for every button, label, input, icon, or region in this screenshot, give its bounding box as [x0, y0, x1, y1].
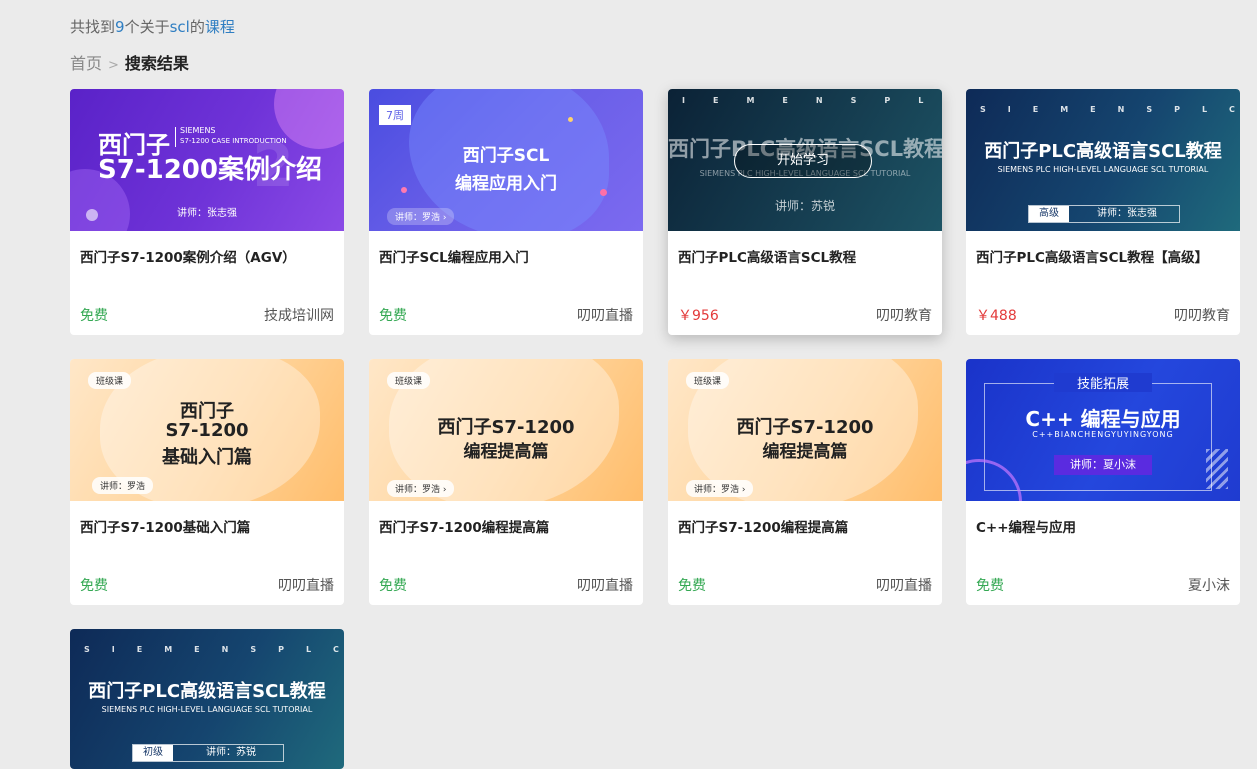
breadcrumb: 首页 > 搜索结果	[70, 50, 189, 74]
course-price: ￥488	[976, 308, 1017, 324]
divider	[175, 127, 176, 147]
course-price: 免费	[80, 308, 108, 324]
thumb-sub: SIEMENS PLC HIGH-LEVEL LANGUAGE SCL TUTO…	[997, 165, 1209, 174]
course-card[interactable]: 班级课 西门子S7-1200 编程提高篇 讲师：罗浩 › 西门子S7-1200编…	[668, 359, 942, 605]
decor-stripes	[1206, 449, 1228, 489]
thumb-teacher: 讲师：罗浩 ›	[387, 208, 455, 225]
search-summary: 共找到9个关于scl的课程	[70, 16, 235, 37]
thumb-teacher: 讲师：夏小沫	[1054, 455, 1152, 475]
thumb-line1: 西门子S7-1200	[437, 417, 575, 438]
thumb-line1: 西门子PLC高级语言SCL教程	[88, 681, 326, 702]
level-label: 初级	[133, 745, 173, 761]
course-title[interactable]: 西门子S7-1200编程提高篇	[379, 516, 633, 536]
thumb-line2: 编程提高篇	[463, 442, 549, 462]
summary-course-word: 课程	[204, 18, 235, 36]
course-card[interactable]: 技能拓展 C++ 编程与应用 C++BIANCHENGYUYINGYONG 讲师…	[966, 359, 1240, 605]
course-thumbnail: 班级课 西门子 S7-1200 基础入门篇 讲师：罗浩	[70, 359, 344, 501]
course-price: 免费	[976, 578, 1004, 594]
thumb-line1: 西门子SCL	[462, 146, 550, 166]
thumb-teacher: 讲师：罗浩 ›	[686, 480, 754, 497]
thumb-sub: C++BIANCHENGYUYINGYONG	[1032, 430, 1174, 439]
decor-dot	[568, 117, 573, 122]
course-card[interactable]: 2 西门子 SIEMENS S7-1200 CASE INTRODUCTION …	[70, 89, 344, 335]
course-title[interactable]: 西门子PLC高级语言SCL教程【高级】	[976, 246, 1230, 266]
course-price: 免费	[80, 578, 108, 594]
course-thumbnail: SIEMENSPLC 西门子PLC高级语言SCL教程 SIEMENS PLC H…	[966, 89, 1240, 231]
breadcrumb-separator: >	[108, 58, 119, 73]
course-thumbnail: 班级课 西门子S7-1200 编程提高篇 讲师：罗浩 ›	[668, 359, 942, 501]
search-keyword: scl	[169, 18, 190, 36]
thumb-top: 技能拓展	[1054, 373, 1152, 392]
breadcrumb-home[interactable]: 首页	[70, 54, 102, 73]
course-thumbnail: SIEMENSPLC 西门子PLC高级语言SCL教程 SIEMENS PLC H…	[70, 629, 344, 769]
thumb-sub: SIEMENS PLC HIGH-LEVEL LANGUAGE SCL TUTO…	[101, 705, 313, 714]
thumb-line2: S7-1200	[165, 420, 249, 441]
thumb-teacher: 讲师：罗浩 ›	[387, 480, 455, 497]
thumb-line1: 西门子PLC高级语言SCL教程	[984, 141, 1222, 162]
course-thumbnail: 2 西门子 SIEMENS S7-1200 CASE INTRODUCTION …	[70, 89, 344, 231]
start-learning-button[interactable]: 开始学习	[734, 144, 872, 178]
course-price: ￥956	[678, 308, 719, 324]
course-card[interactable]: 班级课 西门子S7-1200 编程提高篇 讲师：罗浩 › 西门子S7-1200编…	[369, 359, 643, 605]
thumb-teacher: 讲师：张志强	[177, 208, 237, 219]
course-card[interactable]: IEMENSPL 西门子PLC高级语言SCL教程 SIEMENS PLC HIG…	[668, 89, 942, 335]
level-bar: 初级 讲师：苏锐	[132, 744, 284, 762]
course-provider: 叨叨直播	[278, 578, 334, 594]
course-card[interactable]: SIEMENSPLC 西门子PLC高级语言SCL教程 SIEMENS PLC H…	[966, 89, 1240, 335]
course-thumbnail: 技能拓展 C++ 编程与应用 C++BIANCHENGYUYINGYONG 讲师…	[966, 359, 1240, 501]
thumb-line2: 编程应用入门	[455, 174, 557, 194]
course-thumbnail: 班级课 西门子S7-1200 编程提高篇 讲师：罗浩 ›	[369, 359, 643, 501]
course-provider: 叨叨教育	[876, 308, 932, 324]
thumb-line1: C++ 编程与应用	[1025, 407, 1181, 431]
course-title[interactable]: 西门子PLC高级语言SCL教程	[678, 246, 932, 266]
result-count: 9	[115, 18, 125, 36]
thumb-line2: 编程提高篇	[762, 442, 848, 462]
course-thumbnail: 7周 西门子SCL 编程应用入门 讲师：罗浩 ›	[369, 89, 643, 231]
course-provider: 叨叨教育	[1174, 308, 1230, 324]
thumb-line2: S7-1200案例介绍	[98, 155, 322, 185]
course-price: 免费	[678, 578, 706, 594]
class-badge: 班级课	[686, 372, 730, 389]
breadcrumb-current: 搜索结果	[124, 54, 189, 73]
course-title[interactable]: 西门子S7-1200基础入门篇	[80, 516, 334, 536]
course-provider: 叨叨直播	[577, 308, 633, 324]
course-title[interactable]: 西门子S7-1200编程提高篇	[678, 516, 932, 536]
thumb-teacher: 讲师：苏锐	[774, 199, 835, 213]
course-price: 免费	[379, 308, 407, 324]
course-provider: 叨叨直播	[577, 578, 633, 594]
course-title[interactable]: 西门子S7-1200案例介绍（AGV）	[80, 246, 334, 266]
level-label: 高级	[1029, 206, 1069, 222]
course-card[interactable]: 7周 西门子SCL 编程应用入门 讲师：罗浩 › 西门子SCL编程应用入门 免费…	[369, 89, 643, 335]
summary-prefix: 共找到	[70, 18, 116, 36]
thumb-teacher: 讲师：苏锐	[206, 747, 256, 758]
thumb-letters: SIEMENSPLC	[84, 645, 344, 654]
course-title[interactable]: C++编程与应用	[976, 516, 1230, 536]
thumb-letters: SIEMENSPLC	[980, 105, 1240, 114]
thumb-line3: 基础入门篇	[162, 447, 252, 468]
thumb-teacher: 讲师：张志强	[1097, 208, 1157, 219]
course-provider: 叨叨直播	[876, 578, 932, 594]
thumb-letters: IEMENSPL	[682, 96, 942, 105]
thumb-sub: S7-1200 CASE INTRODUCTION	[180, 137, 287, 145]
course-card[interactable]: 班级课 西门子 S7-1200 基础入门篇 讲师：罗浩 西门子S7-1200基础…	[70, 359, 344, 605]
course-card[interactable]: SIEMENSPLC 西门子PLC高级语言SCL教程 SIEMENS PLC H…	[70, 629, 344, 769]
level-bar: 高级 讲师：张志强	[1028, 205, 1180, 223]
course-provider: 夏小沫	[1188, 578, 1230, 594]
summary-middle: 个关于	[124, 18, 170, 36]
summary-suffix: 的	[189, 18, 205, 36]
class-badge: 班级课	[88, 372, 132, 389]
class-badge: 班级课	[387, 372, 431, 389]
thumb-teacher: 讲师：罗浩	[92, 477, 154, 494]
thumb-brand: SIEMENS	[180, 126, 216, 135]
thumb-line1: 西门子S7-1200	[736, 417, 874, 438]
course-price: 免费	[379, 578, 407, 594]
week-badge: 7周	[379, 105, 411, 125]
course-thumbnail: IEMENSPL 西门子PLC高级语言SCL教程 SIEMENS PLC HIG…	[668, 89, 942, 231]
course-title[interactable]: 西门子SCL编程应用入门	[379, 246, 633, 266]
course-provider: 技成培训网	[264, 308, 334, 324]
